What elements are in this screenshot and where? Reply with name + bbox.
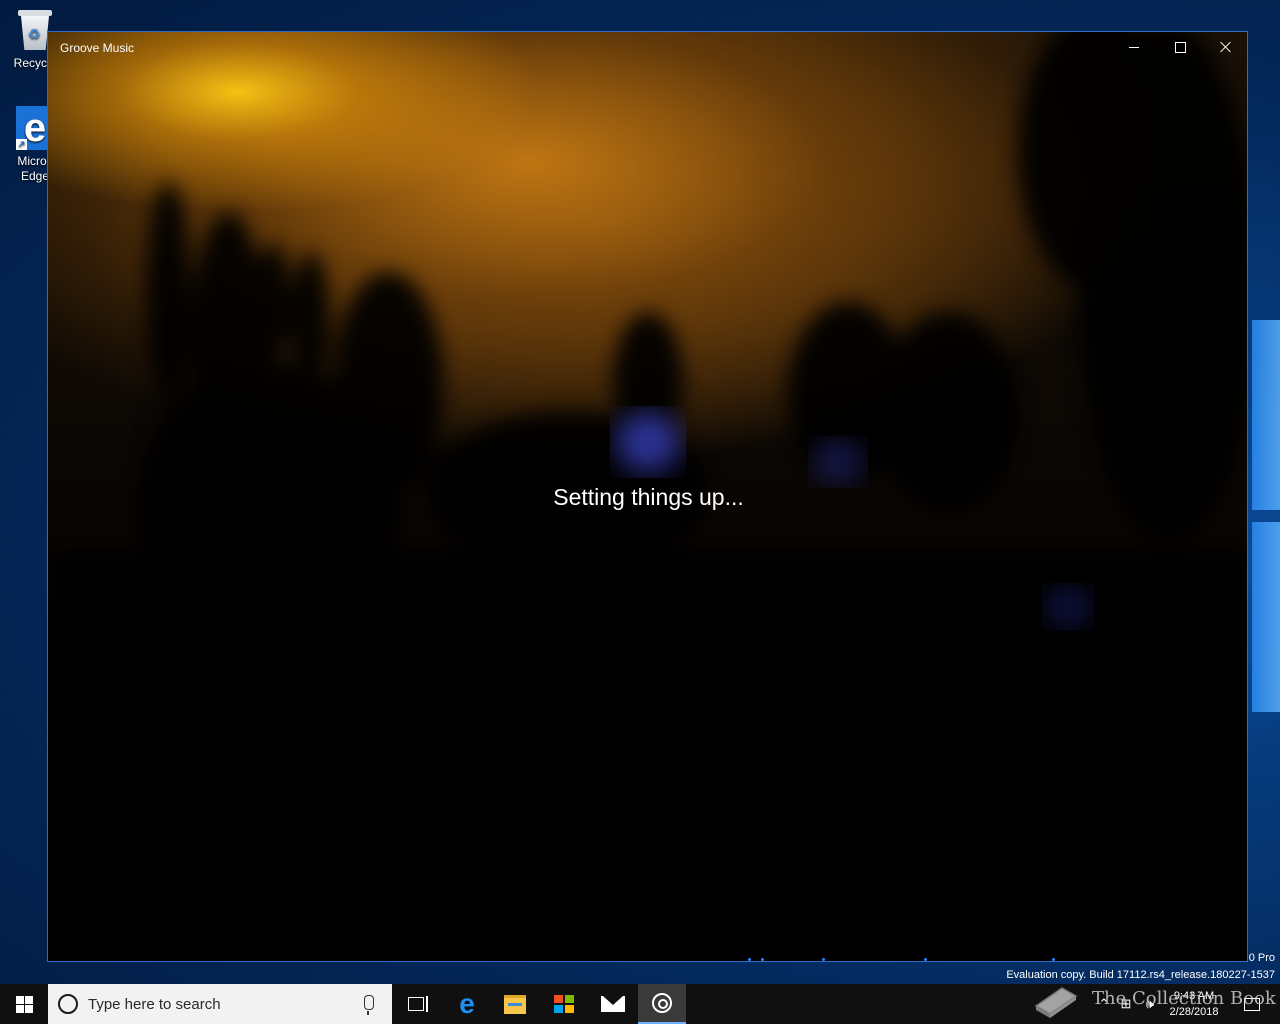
close-button[interactable]: [1203, 32, 1247, 62]
maximize-icon: [1174, 41, 1186, 53]
title-bar[interactable]: Groove Music: [48, 32, 1247, 62]
collection-book-text: The Collection Book: [1092, 988, 1276, 1009]
maximize-button[interactable]: [1157, 32, 1203, 62]
windows-start-icon: [15, 995, 33, 1013]
start-button[interactable]: [0, 984, 48, 1024]
task-view-button[interactable]: [392, 984, 440, 1024]
window-title: Groove Music: [60, 41, 135, 55]
taskbar-file-explorer-button[interactable]: [491, 984, 539, 1024]
desktop-windows-logo: [1248, 310, 1280, 730]
edge-icon: e: [459, 988, 475, 1019]
loading-progress-dots: [748, 958, 1068, 961]
taskbar-mail-button[interactable]: [589, 984, 637, 1024]
book-logo-icon: [1034, 987, 1078, 1018]
store-bag-icon: [554, 995, 574, 1013]
mail-envelope-icon: [601, 996, 625, 1012]
taskbar-edge-button[interactable]: e: [443, 984, 491, 1024]
groove-music-window: Groove Music Setting things up...: [47, 31, 1248, 962]
minimize-button[interactable]: [1111, 32, 1157, 62]
minimize-icon: [1129, 46, 1139, 48]
folder-icon: [504, 994, 526, 1014]
setup-status-text: Setting things up...: [553, 484, 744, 510]
edition-watermark: 0 Pro: [1248, 952, 1275, 964]
taskbar-groove-music-button[interactable]: [638, 984, 686, 1024]
microphone-icon[interactable]: [364, 995, 374, 1015]
task-view-icon: [408, 996, 428, 1012]
cortana-icon: [58, 994, 78, 1014]
taskbar-store-button[interactable]: [540, 984, 588, 1024]
search-box[interactable]: Type here to search: [48, 984, 392, 1024]
collection-book-watermark: The Collection Book: [1030, 974, 1280, 1024]
search-placeholder: Type here to search: [88, 996, 221, 1013]
groove-music-icon: [652, 993, 672, 1013]
close-icon: [1220, 41, 1232, 53]
